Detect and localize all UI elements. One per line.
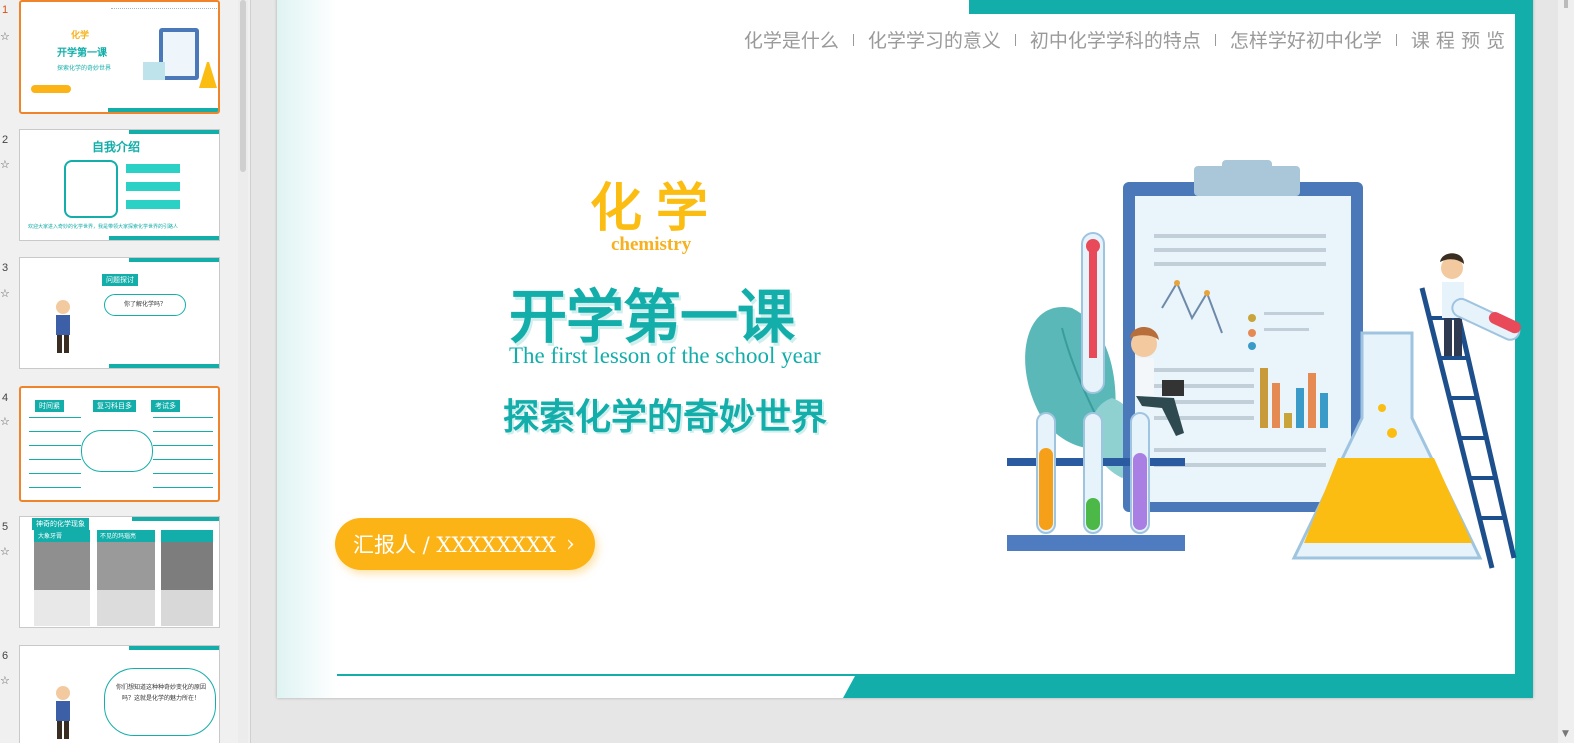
- title-chemistry-en: chemistry: [611, 234, 692, 255]
- slide-nav: 化学是什么 化学学习的意义 初中化学学科的特点 怎样学好初中化学 课 程 预 览: [744, 26, 1505, 53]
- main-title: 开学第一课: [509, 283, 795, 351]
- thumbnail-scrollbar[interactable]: [238, 0, 248, 743]
- star-icon[interactable]: ☆: [0, 415, 10, 428]
- thumb-subtitle: 复习科目多: [93, 400, 136, 412]
- thumb-desc: 你了解化学吗？: [104, 294, 186, 316]
- thumb-desc: 欢迎大家进入奇妙的化学世界，我是带领大家探索化学世界的引路人: [28, 224, 179, 230]
- thumb-illustration-icon: [143, 28, 217, 88]
- slide-thumbnail-panel: 1 ☆ 化学 开学第一课 探索化学的奇妙世界 2 ☆ 自我介绍 欢迎大家进入奇妙…: [0, 0, 251, 743]
- thumb-desc: 不见的玛瑙亮: [100, 533, 137, 540]
- main-slide[interactable]: 化学是什么 化学学习的意义 初中化学学科的特点 怎样学好初中化学 课 程 预 览…: [277, 0, 1533, 698]
- nav-item-meaning: 化学学习的意义: [867, 30, 1001, 52]
- thumb-title: 问题探讨: [102, 274, 138, 286]
- thumb-desc: 你们想知道这种种奇妙变化的原因吗？这就是化学的魅力所在！: [116, 684, 207, 702]
- thumb-desc: 探索化学的奇妙世界: [57, 65, 112, 72]
- slide-thumbnail-6[interactable]: 你们想知道这种种奇妙变化的原因吗？这就是化学的魅力所在！: [19, 645, 220, 743]
- main-title-en: The first lesson of the school year: [509, 343, 821, 368]
- star-icon[interactable]: ☆: [0, 287, 10, 300]
- thumb-desc: 考试多: [151, 400, 180, 412]
- slide-editor-area: 化学是什么 化学学习的意义 初中化学学科的特点 怎样学好初中化学 课 程 预 览…: [252, 0, 1558, 743]
- thumb-subtitle: 大象牙膏: [38, 533, 63, 540]
- thumb-subtitle: 开学第一课: [57, 48, 107, 59]
- slide-thumbnail-3[interactable]: 问题探讨 你了解化学吗？: [19, 257, 220, 369]
- main-vertical-scrollbar[interactable]: ▼: [1558, 0, 1574, 743]
- slide-number: 3: [2, 262, 9, 274]
- star-icon[interactable]: ☆: [0, 30, 10, 43]
- scroll-up-icon[interactable]: [1561, 0, 1571, 10]
- slide-thumbnail-4[interactable]: 时间紧 复习科目多 考试多: [19, 386, 220, 502]
- title-chemistry-cn: 化学: [590, 179, 723, 239]
- nav-item-features: 初中化学学科的特点: [1029, 30, 1201, 52]
- nav-item-preview: 课 程 预 览: [1410, 30, 1505, 52]
- scroll-down-icon[interactable]: ▼: [1562, 729, 1569, 739]
- thumb-title: 化学: [71, 31, 90, 41]
- slide-thumbnail-2[interactable]: 自我介绍 欢迎大家进入奇妙的化学世界，我是带领大家探索化学世界的引路人: [19, 129, 220, 241]
- slide-number: 4: [2, 392, 9, 404]
- teacher-icon: [56, 300, 70, 353]
- slide-number: 2: [2, 134, 9, 146]
- thumb-title: 自我介绍: [92, 140, 141, 154]
- thumb-title: 时间紧: [35, 400, 64, 412]
- teacher-icon: [56, 686, 70, 739]
- slide-thumbnail-1[interactable]: 化学 开学第一课 探索化学的奇妙世界: [19, 0, 220, 114]
- chevron-right-icon: ›: [566, 531, 575, 557]
- slide-thumbnail-5[interactable]: 神奇的化学现象 大象牙膏 不见的玛瑙亮: [19, 516, 220, 628]
- thumb-title: 神奇的化学现象: [32, 518, 89, 530]
- reporter-label: 汇报人 / XXXXXXXX: [353, 533, 557, 557]
- lab-illustration-icon: [1007, 160, 1521, 569]
- slide-number: 1: [2, 4, 9, 16]
- subtitle: 探索化学的奇妙世界: [503, 397, 828, 438]
- star-icon[interactable]: ☆: [0, 158, 10, 171]
- slide-number: 6: [2, 650, 9, 662]
- star-icon[interactable]: ☆: [0, 674, 10, 687]
- nav-item-what-is-chemistry: 化学是什么: [743, 30, 839, 52]
- slide-number: 5: [2, 521, 9, 533]
- star-icon[interactable]: ☆: [0, 545, 10, 558]
- reporter-button[interactable]: 汇报人 / XXXXXXXX ›: [335, 518, 595, 570]
- nav-item-how-to-learn: 怎样学好初中化学: [1229, 30, 1382, 52]
